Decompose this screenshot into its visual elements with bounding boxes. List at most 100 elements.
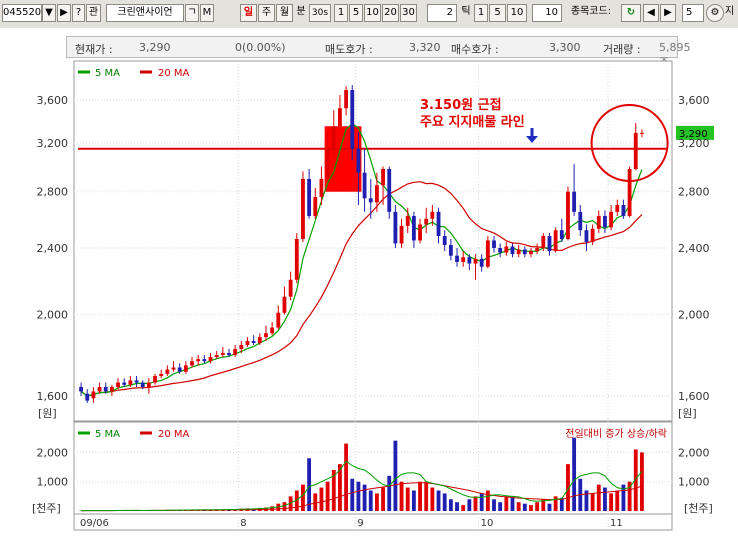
candle-body: [116, 382, 120, 387]
candle-body: [270, 327, 275, 334]
volume-bar: [553, 496, 558, 511]
date-tick: 8: [240, 518, 246, 529]
candle-body: [245, 341, 250, 345]
candle-body: [633, 132, 638, 169]
candle-body: [251, 341, 256, 344]
candle-body: [85, 393, 90, 401]
candle-body: [621, 205, 626, 216]
price-panel: [73, 60, 673, 422]
volume-bar: [368, 490, 373, 511]
candle-body: [430, 211, 435, 219]
volume-bar: [492, 499, 496, 511]
volume-tick-left: 1,000: [37, 476, 69, 489]
candle-body: [393, 211, 398, 244]
price-tick-right: 2,000: [678, 309, 710, 322]
volume-bar: [282, 502, 287, 511]
candle-body: [196, 359, 201, 362]
annotation-line2: 주요 지지매물 라인: [420, 114, 525, 130]
volume-bar: [430, 487, 435, 511]
candle-body: [566, 191, 570, 239]
candle-body: [165, 369, 170, 374]
volume-bar: [405, 487, 410, 511]
candle-body: [153, 376, 157, 383]
candle-body: [553, 230, 558, 252]
legend-ma5: 5 MA: [95, 68, 120, 79]
candle-body: [578, 211, 583, 231]
price-tick-left: 2,400: [37, 242, 69, 255]
volume-bar: [442, 493, 447, 511]
volume-bar: [596, 484, 601, 511]
volume-bar: [418, 481, 422, 511]
price-tick-right: 3,200: [678, 137, 710, 150]
volume-tick-right: 2,000: [678, 446, 710, 459]
volume-bar: [572, 437, 577, 511]
volume-bar: [319, 487, 324, 511]
candle-body: [547, 236, 552, 252]
candle-body: [122, 382, 127, 385]
volume-bar: [381, 487, 385, 511]
volume-bar: [609, 493, 614, 511]
volume-tick-left: 2,000: [37, 446, 69, 459]
volume-bar: [590, 493, 595, 511]
annotation-line1: 3.150원 근접: [420, 97, 502, 113]
candle-body: [288, 279, 293, 297]
candle-body: [109, 386, 114, 392]
volume-bar: [436, 490, 441, 511]
candle-body: [264, 333, 268, 338]
volume-bar: [424, 481, 429, 511]
candle-body: [492, 240, 496, 248]
candle-body: [535, 248, 540, 252]
candle-body: [190, 361, 194, 366]
volume-bar: [374, 493, 379, 511]
candle-body: [140, 382, 145, 387]
candle-body: [79, 386, 83, 392]
date-tick: 10: [481, 518, 494, 529]
candle-body: [233, 348, 238, 356]
volume-bar: [461, 505, 466, 511]
candle-body: [91, 391, 96, 399]
candle-body: [479, 258, 484, 267]
candle-body: [411, 215, 416, 241]
support-zone-highlight: [324, 126, 362, 192]
candle-body: [146, 382, 151, 387]
candle-body: [227, 353, 231, 356]
candle-body: [159, 373, 164, 377]
candle-body: [584, 230, 589, 242]
candle-body: [128, 380, 133, 385]
candle-body: [504, 246, 509, 253]
candle-body: [541, 236, 546, 248]
volume-bar: [350, 478, 355, 511]
candle-body: [134, 380, 139, 383]
price-unit-left: [원]: [38, 407, 57, 420]
candle-body: [510, 246, 515, 255]
candle-body: [467, 257, 472, 264]
candle-body: [522, 249, 527, 255]
volume-bar: [467, 499, 472, 511]
candle-body: [331, 126, 336, 149]
date-tick: 09/06: [80, 518, 109, 529]
candle-body: [294, 238, 299, 280]
vol-legend-ma5: 5 MA: [95, 429, 120, 440]
price-tick-left: 2,800: [37, 186, 69, 199]
volume-bar: [307, 458, 312, 511]
candle-body: [399, 225, 404, 244]
candle-body: [257, 337, 262, 344]
volume-bar: [362, 484, 367, 511]
volume-bar: [344, 443, 349, 511]
volume-unit-right: [천주]: [684, 501, 713, 515]
candle-body: [239, 344, 244, 349]
candle-body: [103, 386, 108, 392]
volume-bar: [325, 481, 330, 511]
price-tick-left: 3,200: [37, 137, 69, 150]
candle-body: [276, 312, 281, 328]
volume-bar: [615, 490, 620, 511]
volume-bar: [356, 481, 361, 511]
vol-legend-ma20: 20 MA: [158, 429, 190, 440]
price-tick-left: 1,600: [37, 390, 69, 403]
volume-unit-left: [천주]: [32, 501, 61, 515]
candle-body: [319, 178, 324, 197]
candle-body: [381, 168, 385, 186]
candle-body: [455, 255, 459, 262]
price-tick-right: 2,800: [678, 186, 710, 199]
candle-body: [214, 355, 219, 358]
